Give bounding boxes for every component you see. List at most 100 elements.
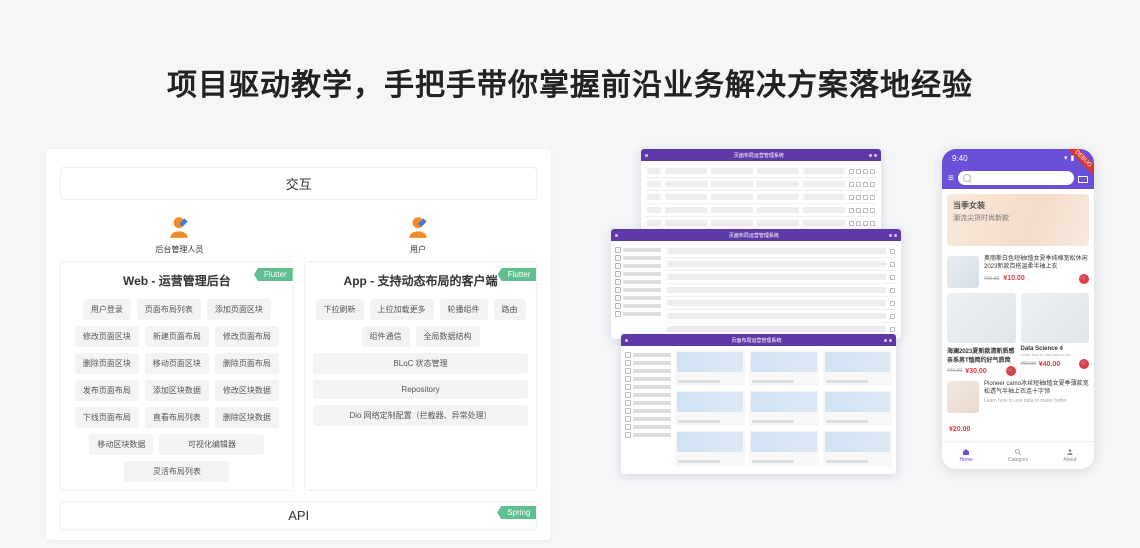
panels-row: Flutter Web - 运营管理后台 用户登录 页面布局列表 添加页面区块 … xyxy=(60,261,537,491)
product-image xyxy=(947,381,979,413)
product-title: 奥丽斯白色短袖t恤女夏季纯棉宽松休闲2023新款百搭温柔半袖上衣 xyxy=(984,256,1089,272)
tag: 新建页面布局 xyxy=(145,326,209,347)
spring-badge: Spring xyxy=(497,506,536,519)
page-headline: 项目驱动教学，手把手带你掌握前沿业务解决方案落地经验 xyxy=(0,0,1140,104)
cart-badge-icon[interactable]: 🛒 xyxy=(1079,274,1089,284)
banner-title: 当季女装 xyxy=(953,200,1083,211)
tag: 修改页面区块 xyxy=(75,326,139,347)
admin-window-3: 页面布局运营管理系统 xyxy=(621,334,896,474)
user-label: 用户 xyxy=(299,244,538,255)
tab-bar: Home Category About xyxy=(942,441,1094,469)
tag: 直看布局列表 xyxy=(145,407,209,428)
actor-user: 用户 xyxy=(299,214,538,255)
preview-card xyxy=(675,430,745,466)
cart-icon[interactable] xyxy=(1078,173,1088,183)
product-desc: Learn how to use data to make better xyxy=(984,398,1089,405)
cart-badge-icon[interactable]: 🛒 xyxy=(1006,366,1016,376)
tag: 修改页面布局 xyxy=(215,326,279,347)
tag: 下拉刷新 xyxy=(316,299,364,320)
search-icon xyxy=(1014,448,1022,456)
tag: 发布页面布局 xyxy=(75,380,139,401)
tag-wide: Dio 网络定制配置（拦截器、异常处理） xyxy=(313,405,529,426)
preview-card xyxy=(749,430,819,466)
admin-screenshots: 页面布局运营管理系统 页面布局运营管理系统 xyxy=(611,149,882,479)
product-card[interactable]: 海澜2023夏新款清新质感亲系男T恤简约好气质简 ¥40.00 ¥30.00 🛒 xyxy=(947,293,1016,376)
product-title: 海澜2023夏新款清新质感亲系男T恤简约好气质简 xyxy=(947,346,1016,364)
product-image xyxy=(1021,293,1090,343)
preview-card xyxy=(823,390,893,426)
tab-about[interactable]: About xyxy=(1063,448,1076,463)
tag: 删除区块数据 xyxy=(215,407,279,428)
search-icon xyxy=(963,174,971,182)
tab-label: Home xyxy=(960,457,973,463)
web-panel: Flutter Web - 运营管理后台 用户登录 页面布局列表 添加页面区块 … xyxy=(60,261,294,491)
app-panel: Flutter App - 支持动态布局的客户端 下拉刷新 上拉加载更多 轮播组… xyxy=(304,261,538,491)
tag: 移动页面区块 xyxy=(145,353,209,374)
tag: 组件通信 xyxy=(362,326,410,347)
price-new: ¥10.00 xyxy=(1003,274,1024,283)
preview-card xyxy=(823,350,893,386)
wifi-icon: ▾ xyxy=(1064,154,1068,162)
actor-admin: 后台管理人员 xyxy=(60,214,299,255)
window-header: 页面布局运营管理系统 xyxy=(611,229,901,241)
product-title: Pioneer camo冰丝短袖t恤女夏季薄款宽松透气半袖上衣连十字领 xyxy=(984,381,1089,397)
tag: 页面布局列表 xyxy=(137,299,201,320)
tab-category[interactable]: Category xyxy=(1008,448,1028,463)
tag: 添加区块数据 xyxy=(145,380,209,401)
tag-wide: 灵活布局列表 xyxy=(124,461,229,482)
admin-label: 后台管理人员 xyxy=(60,244,299,255)
preview-card xyxy=(749,390,819,426)
admin-window-2: 页面布局运营管理系统 xyxy=(611,229,901,339)
product-image xyxy=(947,256,979,288)
preview-card xyxy=(823,430,893,466)
window-title: 页面布局运营管理系统 xyxy=(648,152,869,159)
price-new: ¥30.00 xyxy=(965,368,986,375)
search-input[interactable] xyxy=(958,171,1074,185)
product-card[interactable]: 奥丽斯白色短袖t恤女夏季纯棉宽松休闲2023新款百搭温柔半袖上衣 ¥20.00 … xyxy=(947,251,1089,293)
flutter-badge: Flutter xyxy=(498,268,537,281)
app-panel-title: App - 支持动态布局的客户端 xyxy=(313,272,529,289)
tag-wide: BLoC 状态管理 xyxy=(313,353,529,374)
tag: 路由 xyxy=(494,299,526,320)
window-header: 页面布局运营管理系统 xyxy=(641,149,881,161)
tag: 移动区块数据 xyxy=(89,434,153,455)
tag: 上拉加载更多 xyxy=(370,299,434,320)
tag-wide: Repository xyxy=(313,380,529,399)
product-image xyxy=(947,293,1016,343)
price-old: ¥40.00 xyxy=(947,368,962,374)
window-title: 页面布局运营管理系统 xyxy=(618,232,889,239)
window-header: 页面布局运营管理系统 xyxy=(621,334,896,346)
tag-wide: 可视化编辑器 xyxy=(159,434,264,455)
product-card[interactable]: Pioneer camo冰丝短袖t恤女夏季薄款宽松透气半袖上衣连十字领 Lear… xyxy=(947,376,1089,418)
preview-card xyxy=(675,390,745,426)
tab-label: About xyxy=(1063,457,1076,463)
price-new: ¥40.00 xyxy=(1039,361,1060,368)
phone-mock: DEBUG 9:40 ▾ ▮ ▭ ≡ 当季女装 潮流尖货时尚新款 xyxy=(942,149,1094,469)
architecture-diagram: 交互 后台管理人员 用户 Flutter Web - 运营管理后台 用户登录 xyxy=(46,149,551,540)
preview-card xyxy=(675,350,745,386)
banner-subtitle: 潮流尖货时尚新款 xyxy=(953,213,1083,223)
tag: 用户登录 xyxy=(83,299,131,320)
home-icon xyxy=(962,448,970,456)
user-icon xyxy=(405,214,431,240)
tab-label: Category xyxy=(1008,457,1028,463)
api-row: API Spring xyxy=(60,501,537,530)
status-time: 9:40 xyxy=(952,154,968,163)
tab-home[interactable]: Home xyxy=(960,448,973,463)
menu-icon[interactable]: ≡ xyxy=(948,173,954,184)
tag: 修改区块数据 xyxy=(215,380,279,401)
actor-row: 后台管理人员 用户 xyxy=(60,214,537,255)
phone-mock-wrap: DEBUG 9:40 ▾ ▮ ▭ ≡ 当季女装 潮流尖货时尚新款 xyxy=(942,149,1094,469)
product-card[interactable]: Data Science 4 Learn how to use data to … xyxy=(1021,293,1090,376)
price-old: ¥20.00 xyxy=(984,276,999,283)
tag: 删除页面区块 xyxy=(75,353,139,374)
app-tag-grid: 下拉刷新 上拉加载更多 轮播组件 路由 组件通信 全局数据结构 BLoC 状态管… xyxy=(313,299,529,426)
window-title: 页面布局运营管理系统 xyxy=(628,337,884,344)
tag: 删除页面布局 xyxy=(215,353,279,374)
hero-banner[interactable]: 当季女装 潮流尖货时尚新款 xyxy=(947,194,1089,246)
phone-searchbar: ≡ xyxy=(942,167,1094,189)
flutter-badge: Flutter xyxy=(254,268,293,281)
web-panel-title: Web - 运营管理后台 xyxy=(69,272,285,289)
api-label: API xyxy=(288,508,309,523)
cart-badge-icon[interactable]: 🛒 xyxy=(1079,359,1089,369)
